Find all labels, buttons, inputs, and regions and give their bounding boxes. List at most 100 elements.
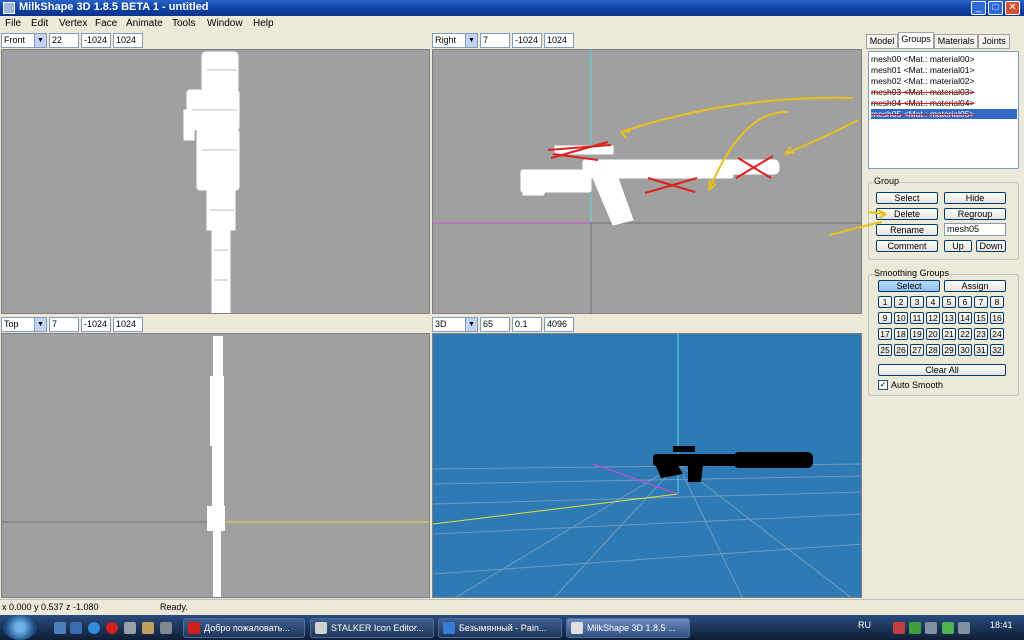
smoothing-group-button[interactable]: 12 [926, 312, 940, 324]
smoothing-group-button[interactable]: 22 [958, 328, 972, 340]
smoothing-group-button[interactable]: 31 [974, 344, 988, 356]
smoothing-group-button[interactable]: 28 [926, 344, 940, 356]
close-button[interactable]: ✕ [1005, 1, 1020, 15]
minimize-button[interactable]: _ [971, 1, 986, 15]
front-value-3[interactable]: 1024 [113, 33, 143, 48]
task-paint[interactable]: Безымянный - Pain... [438, 618, 562, 638]
persp-viewport[interactable] [432, 333, 862, 598]
smoothing-group-button[interactable]: 8 [990, 296, 1004, 308]
menu-face[interactable]: Face [95, 18, 117, 29]
auto-smooth-checkbox[interactable]: ✓ [878, 380, 888, 390]
smoothing-group-button[interactable]: 17 [878, 328, 892, 340]
right-value-2[interactable]: -1024 [512, 33, 542, 48]
persp-view-select[interactable]: 3D ▼ [432, 317, 478, 332]
smoothing-group-button[interactable]: 23 [974, 328, 988, 340]
top-view-select[interactable]: Top ▼ [1, 317, 47, 332]
app-icon[interactable] [124, 622, 136, 634]
smoothing-group-button[interactable]: 7 [974, 296, 988, 308]
front-value-2[interactable]: -1024 [81, 33, 111, 48]
smoothing-group-button[interactable]: 24 [990, 328, 1004, 340]
group-row[interactable]: mesh01 <Mat.: material01> [871, 65, 1017, 75]
right-value-3[interactable]: 1024 [544, 33, 574, 48]
smoothing-group-button[interactable]: 26 [894, 344, 908, 356]
smoothing-group-button[interactable]: 6 [958, 296, 972, 308]
smoothing-group-button[interactable]: 29 [942, 344, 956, 356]
menu-edit[interactable]: Edit [31, 18, 48, 29]
smoothing-group-button[interactable]: 14 [958, 312, 972, 324]
menu-animate[interactable]: Animate [126, 18, 163, 29]
group-row[interactable]: mesh00 <Mat.: material00> [871, 54, 1017, 64]
smoothing-select-button[interactable]: Select [878, 280, 940, 292]
smoothing-group-button[interactable]: 30 [958, 344, 972, 356]
app-icon[interactable] [142, 622, 154, 634]
tab-groups[interactable]: Groups [898, 32, 934, 49]
smoothing-group-button[interactable]: 2 [894, 296, 908, 308]
top-value-2[interactable]: -1024 [81, 317, 111, 332]
top-viewport[interactable] [1, 333, 430, 598]
smoothing-group-button[interactable]: 32 [990, 344, 1004, 356]
front-view-select[interactable]: Front ▼ [1, 33, 47, 48]
switch-windows-icon[interactable] [70, 622, 82, 634]
group-row-selected[interactable]: mesh05 <Mat.: material05> [871, 109, 1017, 119]
task-stalker-icon-editor[interactable]: STALKER Icon Editor... [310, 618, 434, 638]
show-desktop-icon[interactable] [54, 622, 66, 634]
task-opera[interactable]: Добро пожаловать... [183, 618, 305, 638]
tray-icon[interactable] [893, 622, 905, 634]
menu-window[interactable]: Window [207, 18, 243, 29]
menu-help[interactable]: Help [253, 18, 274, 29]
smoothing-group-button[interactable]: 13 [942, 312, 956, 324]
smoothing-group-button[interactable]: 3 [910, 296, 924, 308]
persp-value-2[interactable]: 0.1 [512, 317, 542, 332]
persp-value-3[interactable]: 4096 [544, 317, 574, 332]
smoothing-group-button[interactable]: 19 [910, 328, 924, 340]
smoothing-group-button[interactable]: 27 [910, 344, 924, 356]
smoothing-group-button[interactable]: 10 [894, 312, 908, 324]
smoothing-group-button[interactable]: 5 [942, 296, 956, 308]
smoothing-group-button[interactable]: 25 [878, 344, 892, 356]
group-row[interactable]: mesh03 <Mat.: material03> [871, 87, 1017, 97]
menu-vertex[interactable]: Vertex [59, 18, 87, 29]
group-regroup-button[interactable]: Regroup [944, 208, 1006, 220]
top-value-1[interactable]: 7 [49, 317, 79, 332]
group-name-input[interactable]: mesh05 [944, 223, 1006, 236]
tab-model[interactable]: Model [866, 34, 898, 49]
maximize-button[interactable]: □ [988, 1, 1003, 15]
smoothing-group-button[interactable]: 4 [926, 296, 940, 308]
group-hide-button[interactable]: Hide [944, 192, 1006, 204]
tab-materials[interactable]: Materials [934, 34, 978, 49]
top-value-3[interactable]: 1024 [113, 317, 143, 332]
smoothing-group-button[interactable]: 18 [894, 328, 908, 340]
volume-icon[interactable] [958, 622, 970, 634]
app-icon[interactable] [160, 622, 172, 634]
opera-icon[interactable] [106, 622, 118, 634]
internet-explorer-icon[interactable] [88, 622, 100, 634]
smoothing-group-button[interactable]: 15 [974, 312, 988, 324]
group-row[interactable]: mesh02 <Mat.: material02> [871, 76, 1017, 86]
front-value-1[interactable]: 22 [49, 33, 79, 48]
language-indicator[interactable]: RU [858, 620, 871, 630]
front-viewport[interactable] [1, 49, 430, 314]
right-value-1[interactable]: 7 [480, 33, 510, 48]
smoothing-group-button[interactable]: 1 [878, 296, 892, 308]
tab-joints[interactable]: Joints [978, 34, 1010, 49]
smoothing-group-button[interactable]: 11 [910, 312, 924, 324]
menu-file[interactable]: File [5, 18, 21, 29]
group-down-button[interactable]: Down [976, 240, 1006, 252]
right-view-select[interactable]: Right ▼ [432, 33, 478, 48]
tray-icon[interactable] [909, 622, 921, 634]
start-button[interactable] [3, 615, 37, 640]
menu-tools[interactable]: Tools [172, 18, 195, 29]
right-viewport[interactable] [432, 49, 862, 314]
group-row[interactable]: mesh04 <Mat.: material04> [871, 98, 1017, 108]
smoothing-group-button[interactable]: 16 [990, 312, 1004, 324]
smoothing-group-button[interactable]: 21 [942, 328, 956, 340]
smoothing-assign-button[interactable]: Assign [944, 280, 1006, 292]
group-up-button[interactable]: Up [944, 240, 972, 252]
network-icon[interactable] [942, 622, 954, 634]
smoothing-group-button[interactable]: 20 [926, 328, 940, 340]
task-milkshape[interactable]: MilkShape 3D 1.8.5 ... [566, 618, 690, 638]
clear-all-button[interactable]: Clear All [878, 364, 1006, 376]
group-list[interactable]: mesh00 <Mat.: material00> mesh01 <Mat.: … [868, 51, 1019, 169]
tray-icon[interactable] [925, 622, 937, 634]
smoothing-group-button[interactable]: 9 [878, 312, 892, 324]
